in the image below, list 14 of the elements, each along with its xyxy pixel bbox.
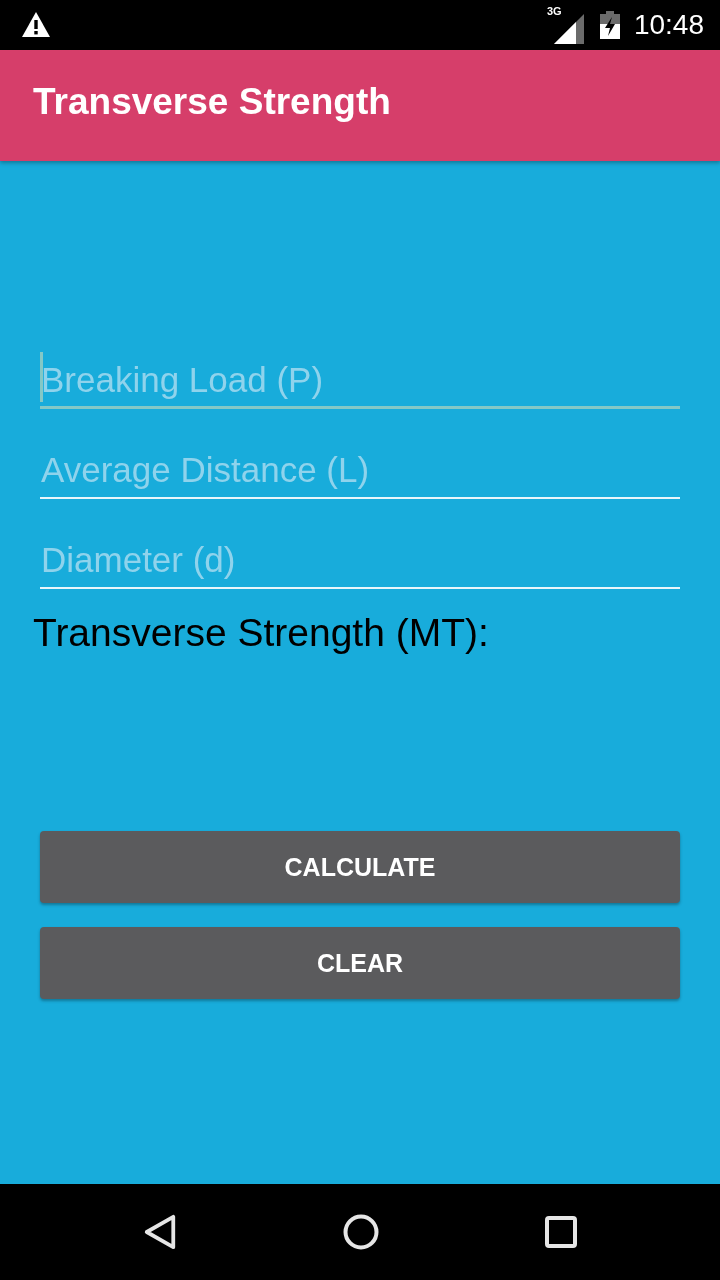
- back-icon[interactable]: [143, 1214, 177, 1250]
- warning-icon: [22, 11, 50, 37]
- signal-icon: [553, 14, 584, 44]
- recents-icon[interactable]: [545, 1216, 577, 1248]
- result-label: Transverse Strength (MT):: [33, 610, 489, 656]
- input-field[interactable]: Breaking Load (P): [40, 349, 680, 409]
- text-cursor-icon: [40, 352, 43, 402]
- action-button[interactable]: CLEAR: [40, 927, 680, 999]
- app-title: Transverse Strength: [33, 79, 391, 124]
- network-type-label: 3G: [546, 5, 562, 17]
- clock-time: 10:48: [633, 9, 704, 41]
- home-icon[interactable]: [343, 1214, 379, 1250]
- action-button[interactable]: CALCULATE: [40, 831, 680, 903]
- battery-charging-icon: [599, 11, 620, 39]
